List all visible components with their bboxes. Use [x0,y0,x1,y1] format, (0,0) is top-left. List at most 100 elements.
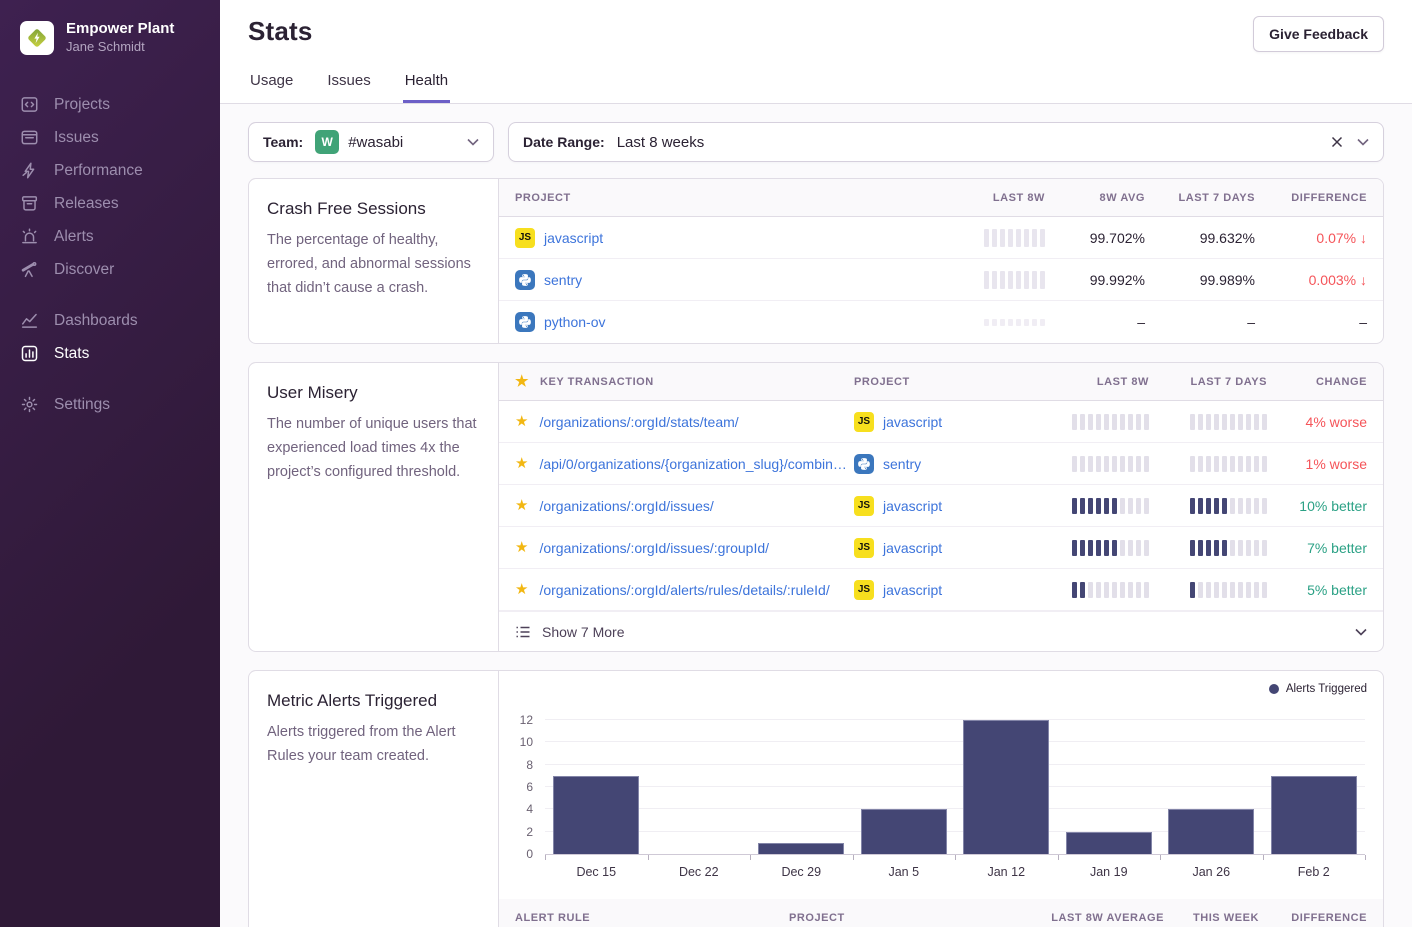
last7-value: 99.989% [1200,272,1255,288]
sidebar-item-label: Releases [54,195,119,212]
user-misery-panel: User Misery The number of unique users t… [248,362,1384,652]
alerts-icon [20,227,39,246]
misery-bar-last-7d [1149,414,1267,430]
team-selector[interactable]: Team: W #wasabi [248,122,494,162]
sidebar-item-issues[interactable]: Issues [0,121,220,154]
javascript-icon: JS [854,496,874,516]
panel-description: The percentage of healthy, errored, and … [267,228,480,300]
table-row: ★ /api/0/organizations/{organization_slug… [499,443,1383,485]
give-feedback-button[interactable]: Give Feedback [1253,16,1384,52]
misery-bar-last-8w [1029,582,1149,598]
date-range-value: Last 8 weeks [617,134,705,151]
javascript-icon: JS [854,412,874,432]
show-more-button[interactable]: Show 7 More [499,611,1383,651]
key-transaction-star-icon[interactable]: ★ [515,498,528,513]
projects-icon [20,95,39,114]
misery-bar-last-8w [1029,414,1149,430]
bar [1168,809,1254,854]
chevron-down-icon[interactable] [1357,138,1369,146]
misery-bar-last-7d [1149,498,1267,514]
team-avatar: W [315,130,339,154]
sidebar-item-settings[interactable]: Settings [0,388,220,421]
project-link[interactable]: javascript [544,230,603,246]
project-link[interactable]: python-ov [544,314,605,330]
sidebar-item-performance[interactable]: Performance [0,154,220,187]
org-switcher[interactable]: Empower Plant Jane Schmidt [0,0,220,64]
sidebar-item-label: Stats [54,345,89,362]
project-link[interactable]: javascript [883,414,942,430]
sidebar-item-discover[interactable]: Discover [0,253,220,286]
transaction-link[interactable]: /organizations/:orgId/alerts/rules/detai… [539,582,829,598]
python-icon [515,312,535,332]
difference-value: – [1359,314,1367,330]
javascript-icon: JS [854,538,874,558]
project-link[interactable]: javascript [883,540,942,556]
chart-plot-area: 024681012 [545,709,1365,855]
key-transaction-star-icon[interactable]: ★ [515,582,528,597]
sidebar-item-label: Issues [54,129,99,146]
sidebar: Empower Plant Jane Schmidt Projects Issu… [0,0,220,927]
key-transaction-star-icon[interactable]: ★ [515,414,528,429]
transaction-link[interactable]: /organizations/:orgId/stats/team/ [539,414,738,430]
tab-health[interactable]: Health [403,72,450,103]
page-title: Stats [248,16,313,47]
project-link[interactable]: javascript [883,582,942,598]
project-link[interactable]: javascript [883,498,942,514]
sidebar-item-dashboards[interactable]: Dashboards [0,304,220,337]
trend-sparkline [984,229,1045,247]
tab-issues[interactable]: Issues [325,72,372,103]
team-value: #wasabi [348,134,403,151]
change-value: 7% better [1307,540,1367,556]
sidebar-item-projects[interactable]: Projects [0,88,220,121]
sidebar-item-label: Discover [54,261,114,278]
sidebar-item-stats[interactable]: Stats [0,337,220,370]
sidebar-item-label: Dashboards [54,312,138,329]
trend-sparkline [984,319,1045,326]
bar [861,809,947,854]
transaction-link[interactable]: /organizations/:orgId/issues/:groupId/ [539,540,769,556]
alerts-table-header: ALERT RULE PROJECT LAST 8W AVERAGE THIS … [499,899,1383,927]
avg-value: 99.992% [1090,272,1145,288]
misery-bar-last-8w [1029,498,1149,514]
avg-value: – [1137,314,1145,330]
key-transaction-star-icon[interactable]: ★ [515,540,528,555]
sidebar-item-label: Performance [54,162,143,179]
chart-legend[interactable]: Alerts Triggered [1269,683,1367,695]
project-link[interactable]: sentry [883,456,921,472]
panel-title: Crash Free Sessions [267,199,480,219]
org-name: Empower Plant [66,20,174,39]
table-row: sentry 99.992% 99.989% 0.003% ↓ [499,259,1383,301]
dashboards-icon [20,311,39,330]
difference-value: 0.07% [1316,230,1356,246]
transaction-link[interactable]: /organizations/:orgId/issues/ [539,498,713,514]
sidebar-item-releases[interactable]: Releases [0,187,220,220]
tab-usage[interactable]: Usage [248,72,295,103]
bar [963,720,1049,854]
key-transaction-star-icon[interactable]: ★ [515,456,528,471]
sidebar-item-label: Settings [54,396,110,413]
sidebar-item-label: Alerts [54,228,94,245]
list-icon [515,624,531,640]
table-header: PROJECT LAST 8W 8W AVG LAST 7 DAYS DIFFE… [499,179,1383,217]
misery-bar-last-7d [1149,582,1267,598]
bar [758,843,844,854]
avg-value: 99.702% [1090,230,1145,246]
last7-value: – [1247,314,1255,330]
bar [1271,776,1357,854]
legend-label: Alerts Triggered [1286,683,1367,695]
page-header: Stats Give Feedback Usage Issues Health [220,0,1412,104]
issues-icon [20,128,39,147]
org-logo-icon [20,21,54,55]
project-link[interactable]: sentry [544,272,582,288]
sidebar-item-label: Projects [54,96,110,113]
discover-icon [20,260,39,279]
transaction-link[interactable]: /api/0/organizations/{organization_slug}… [539,456,854,472]
clear-date-icon[interactable] [1331,136,1343,148]
show-more-label: Show 7 More [542,624,624,640]
sidebar-item-alerts[interactable]: Alerts [0,220,220,253]
metric-alerts-panel: Metric Alerts Triggered Alerts triggered… [248,670,1384,927]
date-range-selector[interactable]: Date Range: Last 8 weeks [508,122,1384,162]
misery-bar-last-7d [1149,456,1267,472]
difference-value: 0.003% [1309,272,1356,288]
bar [553,776,639,854]
